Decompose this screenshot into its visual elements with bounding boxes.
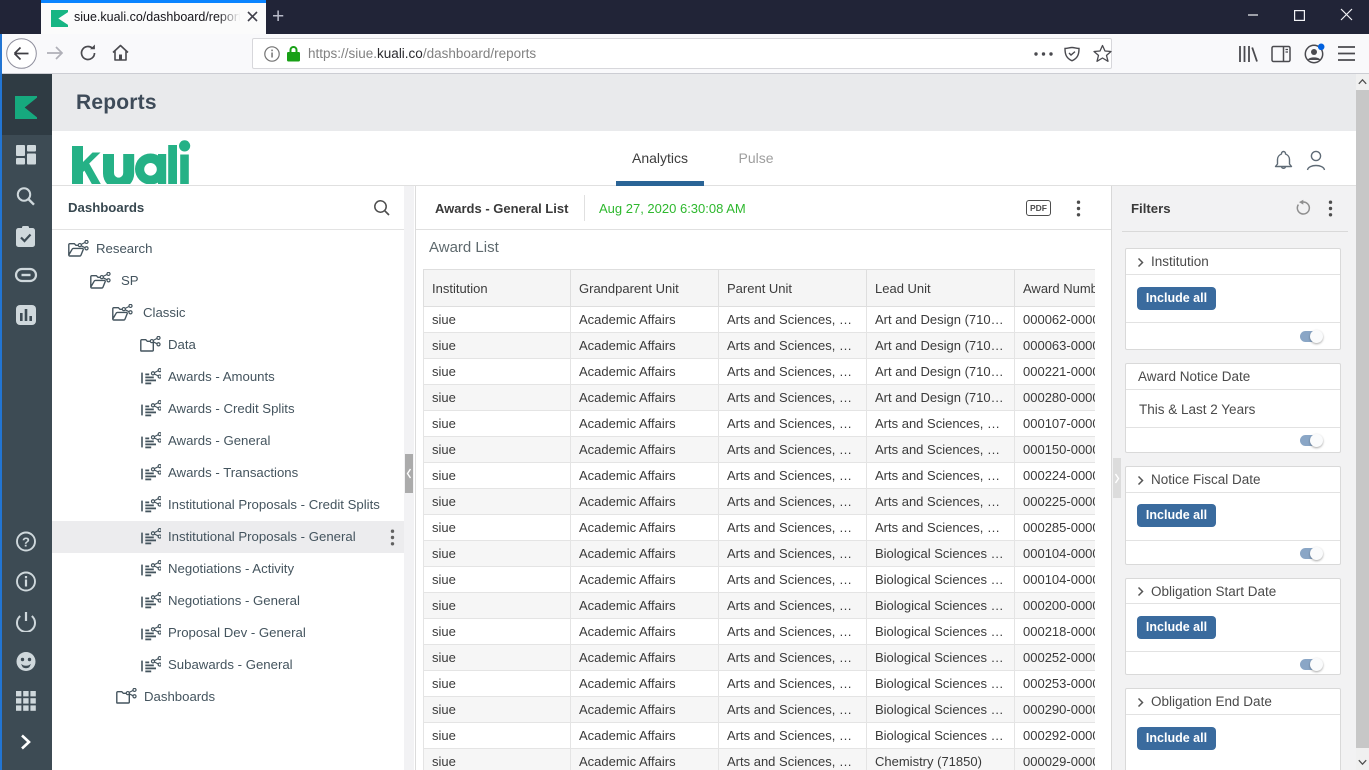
svg-text:?: ?: [22, 534, 30, 549]
